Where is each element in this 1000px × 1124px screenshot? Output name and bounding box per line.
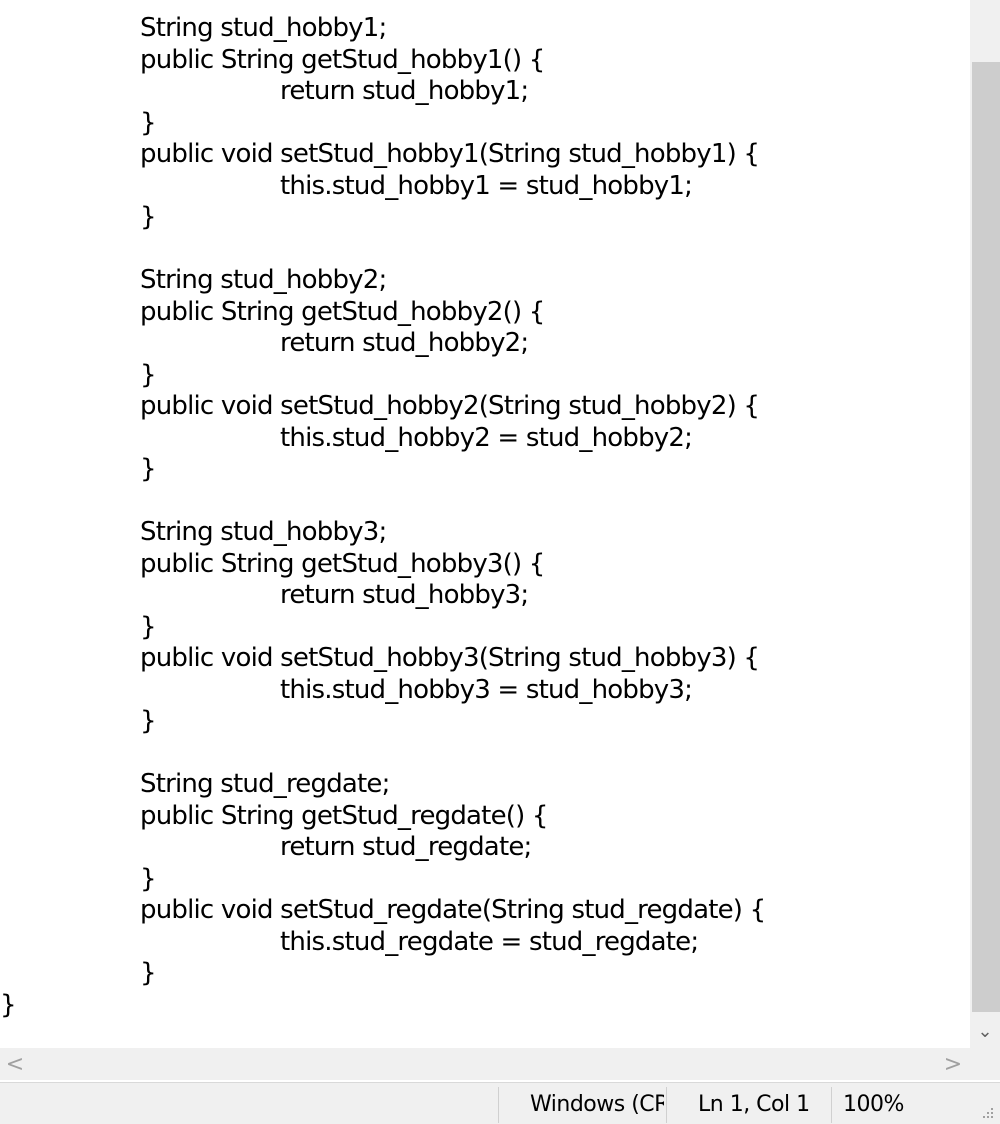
code-line[interactable] <box>0 738 765 770</box>
code-line[interactable]: public void setStud_hobby3(String stud_h… <box>0 643 765 675</box>
code-line[interactable]: return stud_hobby2; <box>0 328 765 360</box>
code-line[interactable]: this.stud_regdate = stud_regdate; <box>0 927 765 959</box>
status-zoom-level: 100% <box>843 1092 904 1117</box>
scroll-down-arrow-icon[interactable]: ⌄ <box>970 1016 1000 1046</box>
scroll-right-arrow-icon[interactable]: > <box>938 1048 968 1080</box>
code-line[interactable]: } <box>0 958 765 990</box>
code-line[interactable]: } <box>0 454 765 486</box>
code-line[interactable]: } <box>0 108 765 140</box>
code-line[interactable]: public String getStud_regdate() { <box>0 801 765 833</box>
code-line[interactable]: public String getStud_hobby1() { <box>0 45 765 77</box>
code-line[interactable]: return stud_regdate; <box>0 832 765 864</box>
code-line[interactable]: String stud_regdate; <box>0 769 765 801</box>
text-editor-area[interactable]: String stud_hobby1; public String getStud… <box>0 0 970 1048</box>
vertical-scroll-thumb[interactable] <box>972 62 1000 1012</box>
code-line[interactable]: this.stud_hobby2 = stud_hobby2; <box>0 423 765 455</box>
size-grip-icon[interactable] <box>980 1105 994 1119</box>
code-line[interactable]: return stud_hobby1; <box>0 76 765 108</box>
code-line[interactable]: } <box>0 990 765 1022</box>
code-line[interactable]: String stud_hobby2; <box>0 265 765 297</box>
vertical-scroll-track[interactable] <box>972 0 1000 62</box>
code-line[interactable]: return stud_hobby3; <box>0 580 765 612</box>
vertical-scrollbar[interactable] <box>970 0 1000 1048</box>
code-line[interactable]: public void setStud_regdate(String stud_… <box>0 895 766 927</box>
code-line[interactable]: String stud_hobby1; <box>0 13 765 45</box>
horizontal-scrollbar[interactable]: < > <box>0 1048 1000 1080</box>
status-separator <box>831 1087 832 1123</box>
code-line[interactable]: this.stud_hobby1 = stud_hobby1; <box>0 171 765 203</box>
code-line[interactable]: public void setStud_hobby2(String stud_h… <box>0 391 765 423</box>
code-line[interactable]: } <box>0 612 765 644</box>
code-text[interactable]: String stud_hobby1; public String getStud… <box>0 13 766 1022</box>
notepad-window: String stud_hobby1; public String getStud… <box>0 0 1000 1124</box>
code-line[interactable]: } <box>0 864 765 896</box>
code-line[interactable]: public String getStud_hobby2() { <box>0 297 765 329</box>
status-separator <box>498 1087 499 1123</box>
code-line[interactable]: public void setStud_hobby1(String stud_h… <box>0 139 765 171</box>
code-line[interactable]: String stud_hobby3; <box>0 517 765 549</box>
code-line[interactable]: public String getStud_hobby3() { <box>0 549 765 581</box>
status-bar: Windows (CRLF) Ln 1, Col 1 100% <box>0 1082 1000 1124</box>
code-line[interactable]: } <box>0 706 765 738</box>
code-line[interactable] <box>0 234 765 266</box>
code-line[interactable]: this.stud_hobby3 = stud_hobby3; <box>0 675 765 707</box>
code-line[interactable]: } <box>0 360 765 392</box>
status-separator <box>666 1087 667 1123</box>
scroll-left-arrow-icon[interactable]: < <box>0 1048 30 1080</box>
status-line-ending: Windows (CRLF) <box>530 1092 664 1117</box>
code-line[interactable]: } <box>0 202 765 234</box>
status-cursor-position: Ln 1, Col 1 <box>698 1092 810 1117</box>
code-line[interactable] <box>0 486 765 518</box>
